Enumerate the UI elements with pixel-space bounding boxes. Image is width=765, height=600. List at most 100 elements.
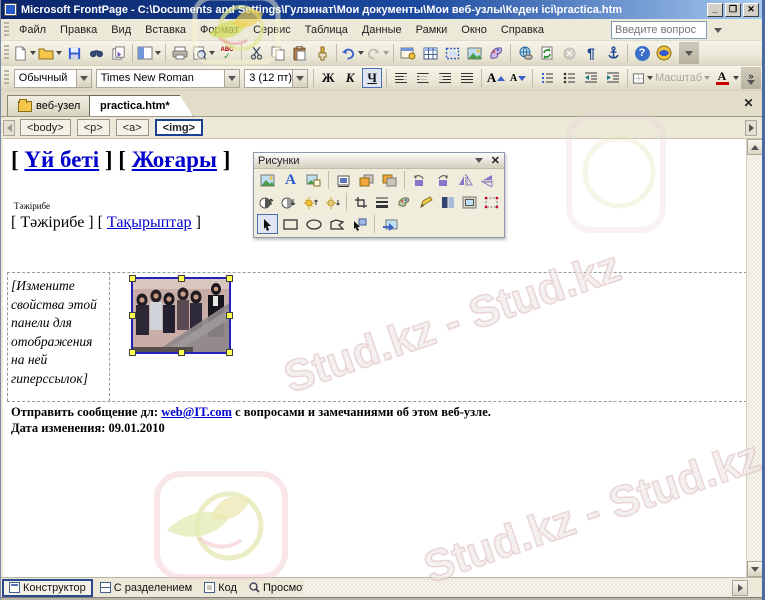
select-button[interactable] — [257, 214, 278, 234]
paste-button[interactable] — [290, 43, 310, 63]
text-button[interactable]: A — [280, 170, 301, 190]
tag-scroll-left-icon[interactable] — [3, 119, 15, 136]
toolbar-options-button[interactable] — [679, 42, 699, 64]
link-home[interactable]: Үй беті — [24, 147, 99, 172]
minimize-button[interactable]: _ — [707, 2, 723, 17]
print-button[interactable] — [170, 43, 190, 63]
print-preview-button[interactable] — [192, 43, 215, 63]
align-center-button[interactable] — [413, 68, 433, 88]
toggle-pane-button[interactable] — [137, 43, 161, 63]
undo-button[interactable] — [341, 43, 364, 63]
font-color-button[interactable]: A — [712, 68, 732, 88]
auto-thumbnail-button[interactable] — [303, 170, 324, 190]
bookmark-anchor-button[interactable] — [603, 43, 623, 63]
font-combobox[interactable]: Times New Roman — [95, 68, 241, 88]
rotate-right-button[interactable] — [432, 170, 453, 190]
menu-help[interactable]: Справка — [494, 21, 551, 39]
tag-scroll-right-icon[interactable] — [745, 119, 757, 136]
tag-a[interactable]: <a> — [115, 119, 149, 136]
more-contrast-button[interactable] — [257, 192, 277, 212]
less-contrast-button[interactable] — [279, 192, 299, 212]
flip-vertical-button[interactable] — [478, 170, 499, 190]
size-combobox[interactable]: 3 (12 пт) — [244, 68, 309, 88]
menu-frames[interactable]: Рамки — [409, 21, 455, 39]
align-left-button[interactable] — [391, 68, 411, 88]
align-right-button[interactable] — [435, 68, 455, 88]
show-all-button[interactable]: ¶ — [581, 43, 601, 63]
resize-handle-s[interactable] — [178, 349, 185, 356]
view-design-button[interactable]: Конструктор — [2, 578, 93, 597]
toolbar-grip[interactable] — [4, 45, 9, 61]
underline-button[interactable]: Ч — [362, 68, 383, 88]
set-transparent-color-button[interactable] — [416, 192, 436, 212]
rectangular-hotspot-button[interactable] — [280, 214, 301, 234]
link-bar-placeholder-text[interactable]: [Измените свойства этой панели для отобр… — [11, 277, 109, 388]
menu-data[interactable]: Данные — [355, 21, 409, 39]
more-brightness-button[interactable] — [300, 192, 320, 212]
toolbar-menu-icon[interactable] — [474, 158, 483, 163]
new-page-button[interactable] — [13, 43, 36, 63]
spelling-button[interactable]: ABC ✓ — [217, 43, 237, 63]
resize-handle-e[interactable] — [226, 312, 233, 319]
menu-table[interactable]: Таблица — [298, 21, 355, 39]
toolbar-grip[interactable] — [4, 70, 9, 86]
less-brightness-button[interactable] — [322, 192, 342, 212]
redo-button[interactable] — [366, 43, 389, 63]
view-code-button[interactable]: Код — [199, 579, 242, 597]
italic-button[interactable]: К — [340, 68, 360, 88]
menu-view[interactable]: Вид — [104, 21, 138, 39]
position-absolutely-button[interactable] — [333, 170, 354, 190]
resize-handle-w[interactable] — [129, 312, 136, 319]
color-button[interactable] — [438, 192, 458, 212]
circular-hotspot-button[interactable] — [303, 214, 324, 234]
flip-horizontal-button[interactable] — [455, 170, 476, 190]
menu-tools[interactable]: Сервис — [246, 21, 298, 39]
copy-button[interactable] — [268, 43, 288, 63]
insert-hyperlink-button[interactable] — [515, 43, 535, 63]
link-topics[interactable]: Тақырыптар — [107, 214, 192, 231]
menu-window[interactable]: Окно — [454, 21, 494, 39]
numbered-list-button[interactable] — [537, 68, 557, 88]
toolbar-options-chevron[interactable]: » — [741, 67, 762, 89]
bevel-button[interactable] — [460, 192, 480, 212]
link-up[interactable]: Жоғары — [132, 147, 217, 172]
stop-button[interactable] — [559, 43, 579, 63]
style-dropdown-icon[interactable] — [75, 69, 91, 87]
format-picture-button[interactable] — [394, 192, 414, 212]
resize-handle-sw[interactable] — [129, 349, 136, 356]
close-page-icon[interactable]: ✕ — [741, 95, 756, 110]
publish-site-button[interactable] — [108, 43, 128, 63]
ask-question-dropdown-icon[interactable] — [711, 23, 724, 37]
format-painter-button[interactable] — [312, 43, 332, 63]
menu-insert[interactable]: Вставка — [138, 21, 193, 39]
align-justify-button[interactable] — [457, 68, 477, 88]
resize-handle-nw[interactable] — [129, 275, 136, 282]
rotate-left-button[interactable] — [409, 170, 430, 190]
increase-indent-button[interactable] — [603, 68, 623, 88]
decrease-indent-button[interactable] — [581, 68, 601, 88]
menu-format[interactable]: Формат — [193, 21, 246, 39]
email-link[interactable]: web@IT.com — [161, 405, 232, 419]
increase-font-button[interactable]: A — [486, 68, 506, 88]
find-button[interactable] — [86, 43, 106, 63]
size-dropdown-icon[interactable] — [292, 69, 308, 87]
insert-layer-button[interactable] — [442, 43, 462, 63]
bold-button[interactable]: Ж — [318, 68, 338, 88]
hscroll-track[interactable] — [303, 580, 732, 596]
borders-button[interactable] — [632, 68, 653, 88]
send-backward-button[interactable] — [379, 170, 400, 190]
pictures-toolbar-titlebar[interactable]: Рисунки ✕ — [254, 153, 504, 169]
insert-drawing-button[interactable] — [486, 43, 506, 63]
zoom-button[interactable]: Масштаб — [655, 68, 710, 88]
scroll-up-icon[interactable] — [747, 139, 762, 155]
resample-button[interactable] — [481, 192, 501, 212]
help-button[interactable]: ? — [632, 43, 652, 63]
line-style-button[interactable] — [373, 192, 393, 212]
scroll-down-icon[interactable] — [747, 561, 762, 577]
menu-edit[interactable]: Правка — [53, 21, 104, 39]
insert-table-button[interactable] — [420, 43, 440, 63]
close-button[interactable]: ✕ — [743, 2, 759, 17]
style-combobox[interactable]: Обычный — [13, 68, 92, 88]
pictures-toolbar-close-icon[interactable]: ✕ — [491, 154, 500, 167]
font-dropdown-icon[interactable] — [224, 69, 240, 87]
